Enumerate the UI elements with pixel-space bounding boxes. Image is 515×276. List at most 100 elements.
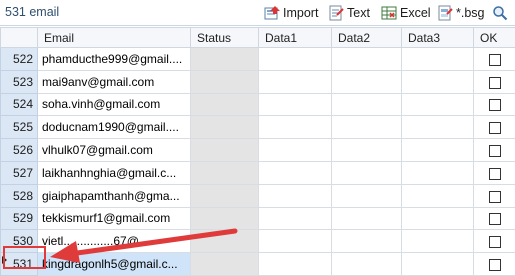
data1-cell[interactable]	[258, 183, 332, 208]
email-cell[interactable]: tekkismurf1@gmail.com	[37, 206, 191, 231]
column-header-data1[interactable]: Data1	[258, 27, 332, 48]
data1-cell[interactable]	[258, 229, 332, 254]
import-label: Import	[283, 5, 319, 20]
import-button[interactable]: Import	[264, 3, 318, 22]
data2-cell[interactable]	[331, 206, 402, 231]
status-cell[interactable]	[190, 138, 259, 162]
ok-checkbox[interactable]	[488, 236, 501, 249]
column-header-data2[interactable]: Data2	[331, 27, 402, 48]
column-header-rownum[interactable]	[0, 27, 38, 48]
data3-cell[interactable]	[401, 252, 474, 276]
column-header-email[interactable]: Email	[37, 27, 191, 48]
status-cell[interactable]	[190, 92, 259, 117]
text-button[interactable]: Text	[328, 3, 370, 22]
data3-cell[interactable]	[401, 206, 474, 231]
table-row[interactable]: 527 laikhanhnghia@gmail.c...	[0, 160, 515, 185]
table-row[interactable]: 529 tekkismurf1@gmail.com	[0, 206, 515, 231]
ok-cell	[473, 160, 515, 185]
table-row[interactable]: 528 giaiphapamthanh@gma...	[0, 183, 515, 208]
email-count-label: 531 email	[5, 5, 60, 19]
email-cell[interactable]: soha.vinh@gmail.com	[37, 92, 191, 117]
data2-cell[interactable]	[331, 115, 402, 140]
row-number[interactable]: 522	[0, 47, 38, 71]
ok-checkbox[interactable]	[488, 167, 501, 180]
row-number[interactable]: 529	[0, 206, 38, 231]
row-number[interactable]: 523	[0, 69, 38, 94]
email-cell[interactable]: vietl...............67@...	[37, 229, 191, 254]
data3-cell[interactable]	[401, 92, 474, 117]
email-cell[interactable]: kingdragonlh5@gmail.c...	[37, 252, 191, 276]
data2-cell[interactable]	[331, 229, 402, 254]
search-icon	[492, 5, 508, 21]
table-row[interactable]: 524 soha.vinh@gmail.com	[0, 92, 515, 117]
data2-cell[interactable]	[331, 69, 402, 94]
bsg-button[interactable]: *.bsg	[437, 3, 485, 22]
data1-cell[interactable]	[258, 138, 332, 162]
ok-checkbox[interactable]	[488, 213, 501, 226]
email-cell[interactable]: doducnam1990@gmail....	[37, 115, 191, 140]
table-row[interactable]: 525 doducnam1990@gmail....	[0, 115, 515, 140]
ok-cell	[473, 69, 515, 94]
data1-cell[interactable]	[258, 47, 332, 71]
data1-cell[interactable]	[258, 115, 332, 140]
email-cell[interactable]: phamducthe999@gmail....	[37, 47, 191, 71]
status-cell[interactable]	[190, 160, 259, 185]
column-header-data3[interactable]: Data3	[401, 27, 474, 48]
data1-cell[interactable]	[258, 252, 332, 276]
status-cell[interactable]	[190, 206, 259, 231]
data2-cell[interactable]	[331, 183, 402, 208]
data2-cell[interactable]	[331, 138, 402, 162]
data2-cell[interactable]	[331, 252, 402, 276]
excel-button[interactable]: Excel	[381, 3, 431, 22]
status-cell[interactable]	[190, 183, 259, 208]
email-cell[interactable]: vlhulk07@gmail.com	[37, 138, 191, 162]
ok-checkbox[interactable]	[488, 122, 501, 135]
row-number[interactable]: 527	[0, 160, 38, 185]
email-table: Email Status Data1 Data2 Data3 OK 522 ph…	[0, 27, 515, 276]
table-row[interactable]: 530 vietl...............67@...	[0, 229, 515, 254]
status-cell[interactable]	[190, 252, 259, 276]
data1-cell[interactable]	[258, 92, 332, 117]
row-number[interactable]: 528	[0, 183, 38, 208]
table-row[interactable]: 522 phamducthe999@gmail....	[0, 47, 515, 71]
data1-cell[interactable]	[258, 69, 332, 94]
search-button[interactable]	[492, 3, 508, 22]
status-cell[interactable]	[190, 69, 259, 94]
data2-cell[interactable]	[331, 47, 402, 71]
data1-cell[interactable]	[258, 160, 332, 185]
ok-checkbox[interactable]	[488, 53, 501, 66]
status-cell[interactable]	[190, 229, 259, 254]
data2-cell[interactable]	[331, 160, 402, 185]
table-row[interactable]: 526 vlhulk07@gmail.com	[0, 138, 515, 162]
data1-cell[interactable]	[258, 206, 332, 231]
data3-cell[interactable]	[401, 47, 474, 71]
ok-checkbox[interactable]	[488, 190, 501, 203]
email-cell[interactable]: laikhanhnghia@gmail.c...	[37, 160, 191, 185]
row-number[interactable]: 525	[0, 115, 38, 140]
data3-cell[interactable]	[401, 183, 474, 208]
table-row-selected[interactable]: 531 kingdragonlh5@gmail.c...	[0, 252, 515, 276]
ok-checkbox[interactable]	[488, 144, 501, 157]
email-cell[interactable]: mai9anv@gmail.com	[37, 69, 191, 94]
table-row[interactable]: 523 mai9anv@gmail.com	[0, 69, 515, 94]
status-cell[interactable]	[190, 47, 259, 71]
ok-cell	[473, 252, 515, 276]
status-cell[interactable]	[190, 115, 259, 140]
ok-checkbox[interactable]	[488, 76, 501, 89]
row-number[interactable]: 526	[0, 138, 38, 162]
data2-cell[interactable]	[331, 92, 402, 117]
data3-cell[interactable]	[401, 138, 474, 162]
excel-icon	[381, 5, 397, 21]
ok-checkbox[interactable]	[488, 258, 501, 271]
column-header-status[interactable]: Status	[190, 27, 259, 48]
toolbar: 531 email Import Text Excel *.bsg	[0, 0, 515, 26]
ok-checkbox[interactable]	[488, 99, 501, 112]
data3-cell[interactable]	[401, 229, 474, 254]
table-header-row: Email Status Data1 Data2 Data3 OK	[0, 27, 515, 48]
data3-cell[interactable]	[401, 160, 474, 185]
data3-cell[interactable]	[401, 69, 474, 94]
data3-cell[interactable]	[401, 115, 474, 140]
email-cell[interactable]: giaiphapamthanh@gma...	[37, 183, 191, 208]
column-header-ok[interactable]: OK	[473, 27, 515, 48]
row-number[interactable]: 524	[0, 92, 38, 117]
